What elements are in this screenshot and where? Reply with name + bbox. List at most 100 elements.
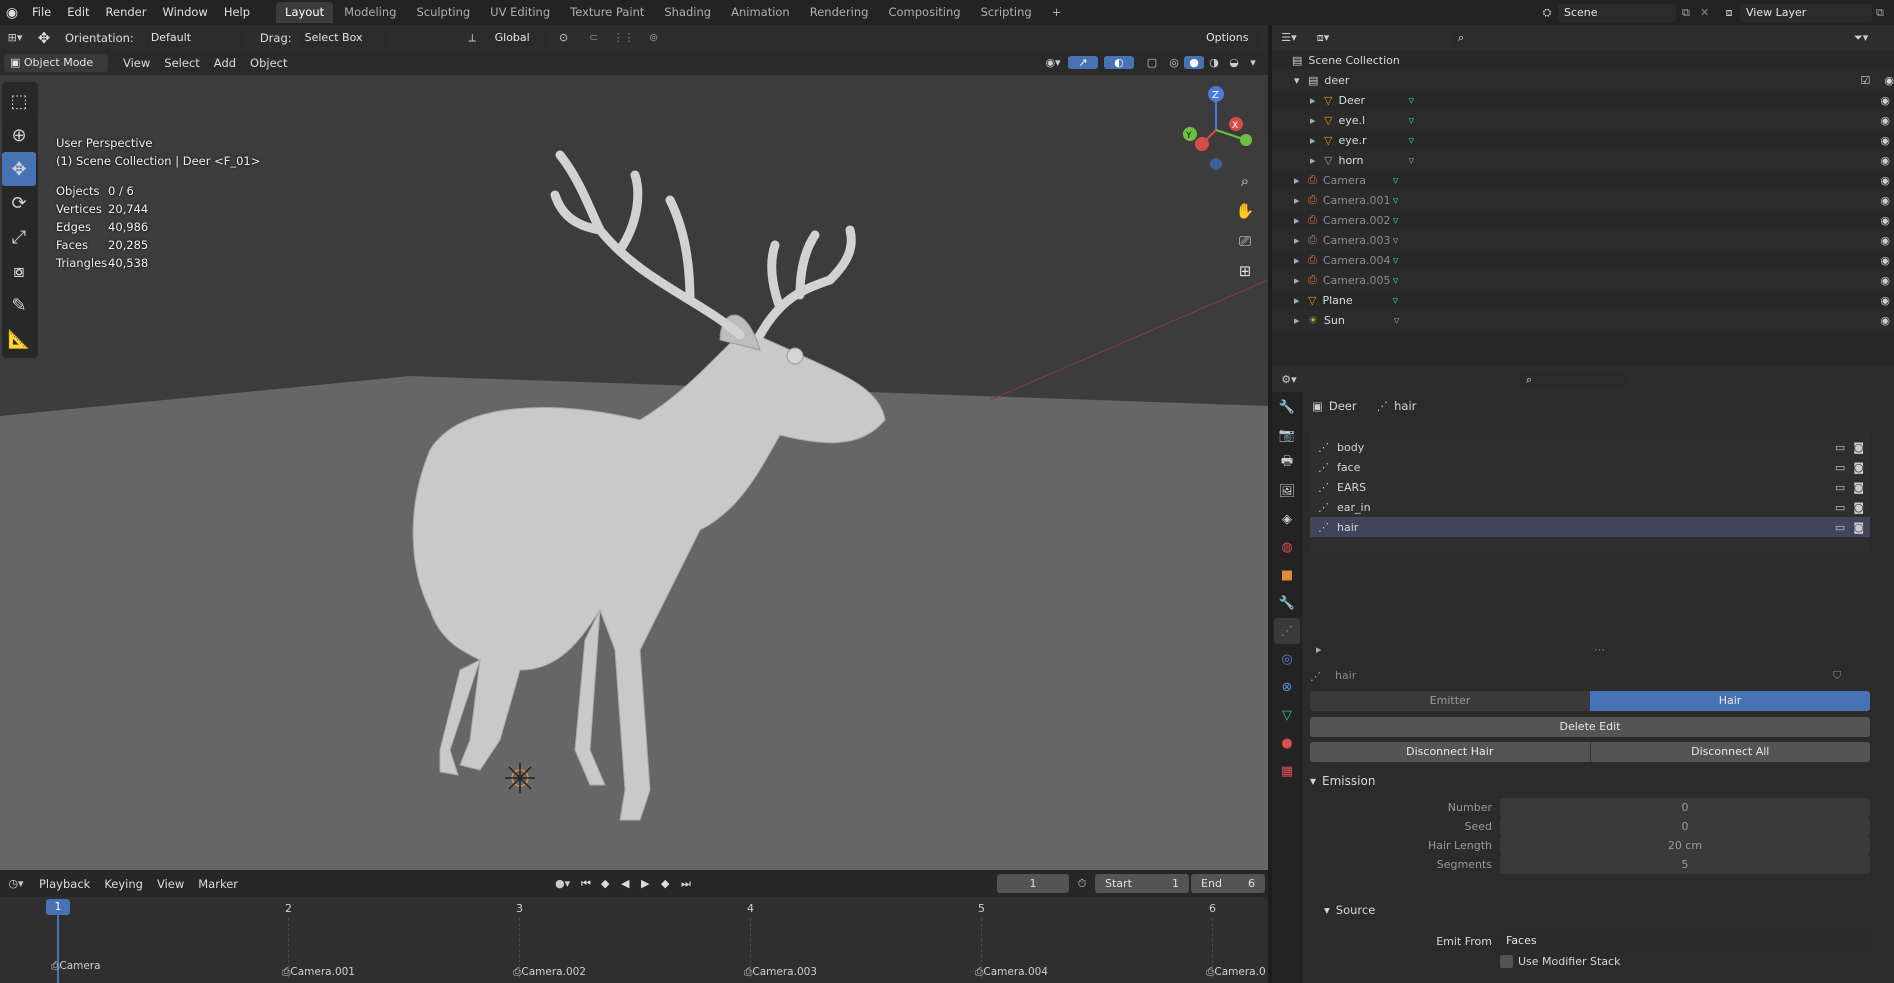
render-camera-icon[interactable]: ◙: [1853, 461, 1864, 474]
tab-modeling[interactable]: Modeling: [335, 2, 405, 23]
shading-rendered-icon[interactable]: ◒: [1224, 56, 1244, 69]
render-camera-icon[interactable]: ◙: [1853, 521, 1864, 534]
expand-icon[interactable]: ▸: [1310, 94, 1324, 107]
modifier-tab-icon[interactable]: 🔧: [1274, 590, 1300, 616]
select-box-icon[interactable]: ⬚: [2, 84, 36, 118]
shading-solid-icon[interactable]: ●: [1184, 56, 1204, 69]
outliner-item-eye-r[interactable]: ▸ ▽ eye.r ▿ ◉: [1272, 130, 1894, 150]
camera-view-icon[interactable]: ⎚: [1232, 228, 1258, 254]
visibility-eye-icon[interactable]: ◉: [1880, 234, 1890, 247]
expand-icon[interactable]: ▸: [1310, 114, 1324, 127]
tab-texture-paint[interactable]: Texture Paint: [561, 2, 653, 23]
object-tab-icon[interactable]: ■: [1274, 562, 1300, 588]
list-expand-icon[interactable]: ▸: [1316, 643, 1322, 656]
menu-view[interactable]: View: [116, 56, 157, 70]
type-emitter-button[interactable]: Emitter: [1310, 691, 1590, 711]
particle-system-list[interactable]: ⋰ body ▭ ◙ ⋰ face ▭ ◙ ⋰ EARS ▭ ◙ ⋰ ear_in ▭…: [1310, 433, 1870, 553]
visibility-eye-icon[interactable]: ◉: [1880, 194, 1890, 207]
outliner-item-camera[interactable]: ▸ ⎙ Camera ▿ ◉: [1272, 170, 1894, 190]
visibility-eye-icon[interactable]: ◉: [1880, 114, 1890, 127]
expand-icon[interactable]: ▸: [1294, 234, 1308, 247]
particle-settings-name[interactable]: hair: [1329, 667, 1829, 685]
data-icon[interactable]: ▿: [1393, 174, 1399, 187]
camera-marker[interactable]: ⎙Camera.0: [1206, 966, 1266, 979]
data-icon[interactable]: ▿: [1408, 114, 1414, 127]
outliner-item-sun[interactable]: ▸ ☀ Sun ▿ ◉: [1272, 310, 1894, 330]
physics-tab-icon[interactable]: ◎: [1274, 646, 1300, 672]
menu-help[interactable]: Help: [216, 0, 258, 25]
next-keyframe-icon[interactable]: ◆: [661, 877, 681, 890]
visibility-eye-icon[interactable]: ◉: [1880, 94, 1890, 107]
shading-material-icon[interactable]: ◑: [1204, 56, 1224, 69]
tab-layout[interactable]: Layout: [276, 2, 334, 23]
expand-icon[interactable]: ▸: [1294, 194, 1308, 207]
menu-timeline-view[interactable]: View: [150, 877, 191, 891]
menu-edit[interactable]: Edit: [59, 0, 97, 25]
outliner-item-camera-001[interactable]: ▸ ⎙ Camera.001 ▿ ◉: [1272, 190, 1894, 210]
visibility-eye-icon[interactable]: ◉: [1880, 314, 1890, 327]
emission-hair-length-field[interactable]: 20 cm: [1500, 835, 1870, 855]
view-layer-field[interactable]: View Layer: [1740, 3, 1872, 22]
drag-dropdown[interactable]: Select Box: [298, 28, 389, 47]
outliner-item-camera-004[interactable]: ▸ ⎙ Camera.004 ▿ ◉: [1272, 250, 1894, 270]
outliner-item-camera-002[interactable]: ▸ ⎙ Camera.002 ▿ ◉: [1272, 210, 1894, 230]
visibility-eye-icon[interactable]: ◉: [1880, 294, 1890, 307]
remove-scene-icon[interactable]: ✕: [1700, 6, 1718, 19]
viewport-display-icon[interactable]: ▭: [1835, 481, 1845, 494]
new-scene-icon[interactable]: ⧉: [1682, 6, 1700, 20]
annotate-icon[interactable]: ✎: [2, 288, 36, 322]
view-layer-new-icon[interactable]: ⧉: [1876, 6, 1894, 20]
navigation-gizmo[interactable]: Z Y X: [1176, 84, 1256, 174]
add-workspace-button[interactable]: +: [1043, 2, 1071, 23]
tab-compositing[interactable]: Compositing: [879, 2, 969, 23]
editor-type-icon[interactable]: ⊞▾: [0, 31, 30, 44]
emission-seed-field[interactable]: 0: [1500, 816, 1870, 836]
viewport-display-icon[interactable]: ▭: [1835, 521, 1845, 534]
camera-marker[interactable]: ⎙Camera.003: [744, 966, 817, 979]
expand-icon[interactable]: ▸: [1294, 254, 1308, 267]
shading-options-icon[interactable]: ▾: [1244, 56, 1262, 69]
auto-keying-icon[interactable]: ●▾: [555, 877, 581, 890]
menu-render[interactable]: Render: [98, 0, 155, 25]
tool-tab-icon[interactable]: 🔧: [1274, 394, 1300, 420]
view-layer-tab-icon[interactable]: 🖼: [1274, 478, 1300, 504]
render-camera-icon[interactable]: ◙: [1853, 501, 1864, 514]
outliner-item-deer[interactable]: ▸ ▽ Deer ▿ ◉: [1272, 90, 1894, 110]
data-icon[interactable]: ▿: [1393, 194, 1399, 207]
scene-tab-icon[interactable]: ◈: [1274, 506, 1300, 532]
emission-panel-header[interactable]: ▾ Emission: [1310, 774, 1375, 788]
rotate-icon[interactable]: ⟳: [2, 186, 36, 220]
end-frame-field[interactable]: End 6: [1191, 874, 1266, 893]
outliner-collection-deer[interactable]: ▾ ▤ deer ☑ ◉: [1272, 70, 1894, 90]
menu-select[interactable]: Select: [157, 56, 206, 70]
view-layer-icon[interactable]: ⧈: [1718, 6, 1740, 20]
data-icon[interactable]: ▿: [1393, 274, 1399, 287]
outliner-item-eye-l[interactable]: ▸ ▽ eye.l ▿ ◉: [1272, 110, 1894, 130]
emit-from-dropdown[interactable]: Faces: [1500, 932, 1870, 950]
transform-space-dropdown[interactable]: Global: [488, 28, 549, 47]
data-icon[interactable]: ▿: [1408, 154, 1414, 167]
scene-field[interactable]: Scene: [1558, 3, 1676, 22]
properties-editor-icon[interactable]: ⚙▾: [1272, 373, 1306, 386]
data-icon[interactable]: ▿: [1393, 214, 1399, 227]
camera-marker[interactable]: ⎙Camera.002: [513, 966, 586, 979]
camera-marker[interactable]: ⎙Camera.001: [282, 966, 355, 979]
output-tab-icon[interactable]: 🖶: [1274, 450, 1300, 476]
mode-dropdown[interactable]: ▣ Object Mode: [4, 53, 108, 72]
snap-icon[interactable]: ⊂: [579, 31, 609, 44]
tab-shading[interactable]: Shading: [655, 2, 720, 23]
visibility-eye-icon[interactable]: ◉: [1880, 214, 1890, 227]
xray-icon[interactable]: ▢: [1140, 56, 1164, 69]
shading-wireframe-icon[interactable]: ◎: [1164, 56, 1184, 69]
outliner-item-camera-005[interactable]: ▸ ⎙ Camera.005 ▿ ◉: [1272, 270, 1894, 290]
data-icon[interactable]: ▿: [1408, 134, 1414, 147]
ortho-grid-icon[interactable]: ⊞: [1232, 258, 1258, 284]
menu-object[interactable]: Object: [243, 56, 294, 70]
particle-system-item-hair[interactable]: ⋰ hair ▭ ◙: [1310, 517, 1870, 537]
constraints-tab-icon[interactable]: ⊗: [1274, 674, 1300, 700]
render-camera-icon[interactable]: ◙: [1853, 481, 1864, 494]
menu-marker[interactable]: Marker: [191, 877, 245, 891]
tab-uv-editing[interactable]: UV Editing: [481, 2, 559, 23]
options-dropdown[interactable]: Options: [1200, 28, 1262, 47]
tab-rendering[interactable]: Rendering: [801, 2, 878, 23]
